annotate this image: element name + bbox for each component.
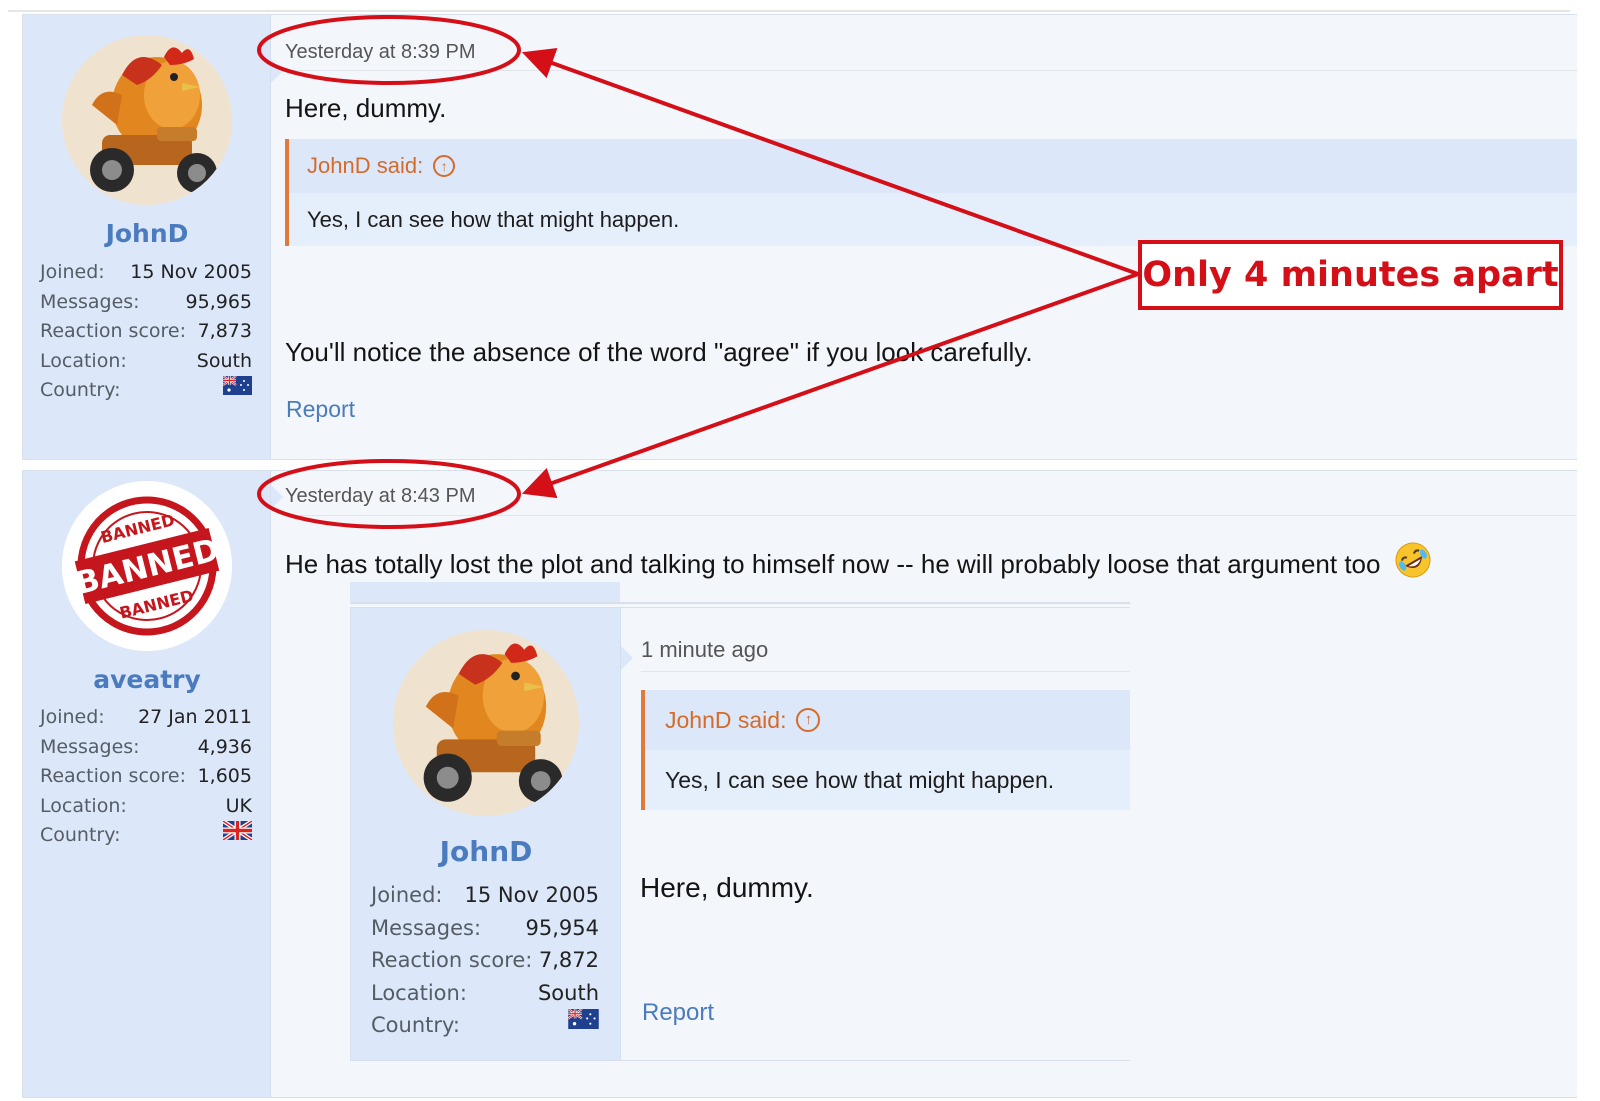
user-arrow xyxy=(271,485,283,509)
location-row: Location: South xyxy=(371,977,599,1010)
location-label: Location: xyxy=(40,794,127,817)
header-divider xyxy=(285,70,1577,71)
user-stats: Joined: 27 Jan 2011 Messages: 4,936 Reacti… xyxy=(40,703,252,851)
embedded-timestamp: 1 minute ago xyxy=(641,637,769,662)
message-content: Yesterday at 8:39 PM Here, dummy. JohnD … xyxy=(285,15,1577,459)
australia-flag-icon xyxy=(223,376,252,395)
user-arrow xyxy=(271,59,283,83)
embedded-post-screenshot: JohnD Joined: 15 Nov 2005 Messages: 95,954… xyxy=(350,607,1130,1061)
report-link[interactable]: Report xyxy=(286,396,355,423)
message-text-continued: You'll notice the absence of the word "a… xyxy=(285,337,1033,367)
embedded-user-info-column: JohnD Joined: 15 Nov 2005 Messages: 95,954… xyxy=(351,608,621,1060)
user-info-column: JohnD Joined: 15 Nov 2005 Messages: 95,965… xyxy=(23,15,271,459)
embedded-avatar xyxy=(393,630,579,816)
embedded-previous-post-edge xyxy=(350,582,1130,604)
messages-value: 95,954 xyxy=(525,915,599,940)
embedded-quote-text: Yes, I can see how that might happen. xyxy=(665,766,1055,793)
reaction-score-row: Reaction score: 7,872 xyxy=(371,944,599,977)
user-info-column: BANNED BANNED BANNED aveatry Joined: 27 J… xyxy=(23,471,271,1097)
embedded-report-link: Report xyxy=(642,999,715,1026)
location-value: South xyxy=(537,980,599,1005)
messages-row: Messages: 95,965 xyxy=(40,288,252,318)
top-divider xyxy=(8,10,1570,12)
message-text-content: He has totally lost the plot and talking… xyxy=(285,549,1381,579)
forum-screenshot: JohnD Joined: 15 Nov 2005 Messages: 95,965… xyxy=(0,0,1600,1101)
username[interactable]: aveatry xyxy=(23,665,271,694)
embedded-user-stats: Joined: 15 Nov 2005 Messages: 95,954 React… xyxy=(371,879,599,1042)
rooster-motorcycle-icon xyxy=(393,630,579,816)
annotation-callout: Only 4 minutes apart xyxy=(1138,240,1563,310)
embedded-user-arrow xyxy=(621,646,633,670)
uk-flag-icon xyxy=(223,821,252,840)
rolling-on-floor-laughing-emoji-icon xyxy=(1395,542,1431,578)
messages-label: Messages: xyxy=(40,290,140,313)
message-text: He has totally lost the plot and talking… xyxy=(285,541,1432,580)
joined-row: Joined: 15 Nov 2005 xyxy=(40,258,252,288)
messages-label: Messages: xyxy=(371,915,482,940)
quote-header[interactable]: JohnD said: ↑ xyxy=(289,139,1577,193)
messages-label: Messages: xyxy=(40,735,140,758)
blockquote: JohnD said: ↑ Yes, I can see how that mi… xyxy=(285,139,1577,246)
messages-row: Messages: 95,954 xyxy=(371,912,599,945)
joined-value: 15 Nov 2005 xyxy=(464,883,599,907)
forum-post: JohnD Joined: 15 Nov 2005 Messages: 95,965… xyxy=(22,14,1577,460)
post-timestamp[interactable]: Yesterday at 8:43 PM xyxy=(285,485,476,508)
messages-value: 4,936 xyxy=(197,735,252,758)
location-row: Location: South xyxy=(40,347,252,377)
embedded-username: JohnD xyxy=(439,835,533,868)
country-row: Country: xyxy=(40,376,252,406)
location-label: Location: xyxy=(371,980,467,1005)
circle-arrow-up-icon: ↑ xyxy=(796,708,821,732)
location-value: South xyxy=(196,349,252,372)
messages-row: Messages: 4,936 xyxy=(40,733,252,763)
location-value: UK xyxy=(225,794,252,817)
joined-value: 15 Nov 2005 xyxy=(130,261,252,283)
country-label: Country: xyxy=(40,379,121,401)
avatar[interactable] xyxy=(62,35,232,205)
user-stats: Joined: 15 Nov 2005 Messages: 95,965 React… xyxy=(40,258,252,406)
embedded-quote-author: JohnD said: xyxy=(665,706,787,733)
quote-text: Yes, I can see how that might happen. xyxy=(307,206,680,232)
joined-value: 27 Jan 2011 xyxy=(138,706,252,728)
country-row: Country: xyxy=(371,1009,599,1042)
reaction-score-label: Reaction score: xyxy=(40,320,187,342)
joined-row: Joined: 27 Jan 2011 xyxy=(40,703,252,733)
message-text: Here, dummy. xyxy=(285,93,447,123)
banned-stamp-icon: BANNED BANNED BANNED xyxy=(62,481,232,651)
reaction-score-value: 7,872 xyxy=(538,948,599,972)
joined-row: Joined: 15 Nov 2005 xyxy=(371,879,599,912)
location-row: Location: UK xyxy=(40,792,252,822)
embedded-blockquote: JohnD said: ↑ Yes, I can see how that mi… xyxy=(641,690,1130,810)
rooster-motorcycle-icon xyxy=(62,35,232,205)
country-row: Country: xyxy=(40,821,252,851)
username[interactable]: JohnD xyxy=(23,219,271,248)
reaction-score-label: Reaction score: xyxy=(371,948,533,972)
australia-flag-icon xyxy=(568,1009,599,1029)
avatar[interactable]: BANNED BANNED BANNED xyxy=(62,481,232,651)
messages-value: 95,965 xyxy=(185,290,252,313)
embedded-message-text: Here, dummy. xyxy=(640,872,814,903)
joined-label: Joined: xyxy=(40,706,105,728)
quote-author[interactable]: JohnD said: xyxy=(307,153,423,179)
reaction-score-label: Reaction score: xyxy=(40,765,187,787)
circle-arrow-up-icon[interactable]: ↑ xyxy=(433,155,456,177)
header-divider xyxy=(285,515,1577,516)
reaction-score-row: Reaction score: 7,873 xyxy=(40,317,252,347)
reaction-score-value: 1,605 xyxy=(197,765,252,787)
joined-label: Joined: xyxy=(371,883,443,907)
reaction-score-row: Reaction score: 1,605 xyxy=(40,762,252,792)
location-label: Location: xyxy=(40,349,127,372)
joined-label: Joined: xyxy=(40,261,105,283)
embedded-quote-header: JohnD said: ↑ xyxy=(645,690,1130,750)
country-label: Country: xyxy=(371,1013,460,1037)
reaction-score-value: 7,873 xyxy=(197,320,252,342)
embedded-header-divider xyxy=(641,671,1130,672)
country-label: Country: xyxy=(40,824,121,846)
post-timestamp[interactable]: Yesterday at 8:39 PM xyxy=(285,41,476,64)
